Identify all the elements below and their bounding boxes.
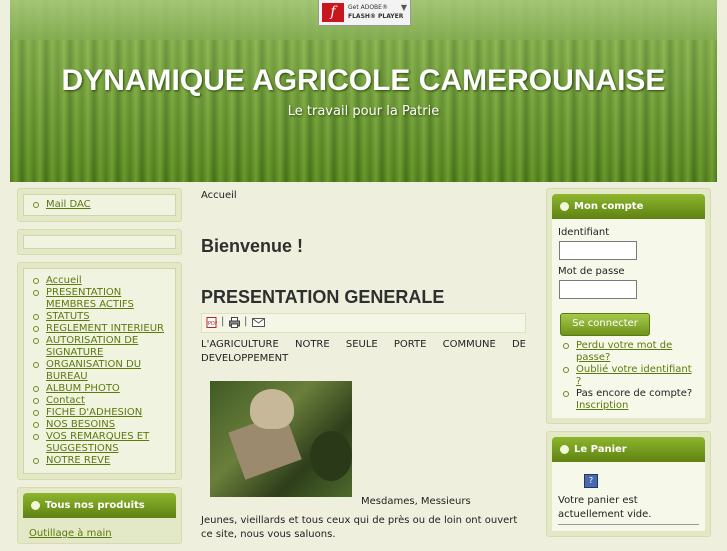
username-label: Identifiant (558, 227, 610, 238)
account-box: Mon compte Identifiant Mot de passe Se c… (546, 188, 711, 424)
menu-link[interactable]: VOS REMARQUES ET SUGGESTIONS (46, 431, 149, 454)
bullet-icon (560, 445, 569, 454)
menu-item-statuts[interactable]: STATUTS (28, 311, 171, 323)
menu-item-fiche[interactable]: FICHE D'ADHESION (28, 407, 171, 419)
article-title: PRESENTATION GENERALE (201, 287, 445, 307)
menu-item-reglement[interactable]: REGLEMENT INTERIEUR (28, 323, 171, 335)
email-icon[interactable] (252, 317, 265, 328)
site-slogan: Le travail pour la Patrie (287, 104, 440, 119)
products-header: Tous nos produits (23, 493, 176, 518)
login-button[interactable]: Se connecter (560, 313, 650, 336)
cart-status-text: Votre panier est actuellement vide. (558, 494, 699, 525)
menu-link[interactable]: NOTRE REVE (46, 455, 110, 466)
flash-badge-line1: Get ADOBE® (348, 4, 388, 11)
forgot-password-item[interactable]: Perdu votre mot de passe? (558, 340, 699, 364)
cart-title: Le Panier (574, 444, 627, 455)
menu-item-accueil[interactable]: Accueil (28, 275, 171, 287)
welcome-paragraph: Jeunes, vieillards et tous ceux qui de p… (201, 515, 518, 540)
menu-link[interactable]: PRESENTATION MEMBRES ACTIFS (46, 287, 134, 310)
download-arrow-icon: ▼ (400, 3, 407, 12)
right-sidebar: Mon compte Identifiant Mot de passe Se c… (546, 188, 711, 544)
bullet-icon (31, 501, 40, 510)
menu-item-reve[interactable]: NOTRE REVE (28, 455, 171, 467)
breadcrumb: Accueil (201, 190, 237, 201)
products-box: Tous nos produits Outillage à main (17, 487, 182, 544)
menu-link[interactable]: STATUTS (46, 311, 90, 322)
menu-item-contact[interactable]: Contact (28, 395, 171, 407)
cart-help-icon[interactable]: ? (584, 474, 598, 488)
products-title: Tous nos produits (45, 500, 145, 511)
menu-item-besoins[interactable]: NOS BESOINS (28, 419, 171, 431)
register-link[interactable]: Inscription (576, 400, 628, 411)
bullet-icon (560, 202, 569, 211)
get-flash-player-badge[interactable]: f Get ADOBE® FLASH® PLAYER ▼ (318, 0, 411, 26)
site-title: DYNAMIQUE AGRICOLE CAMEROUNAISE (61, 64, 666, 97)
toolbar-separator: | (244, 316, 248, 327)
mail-box: Mail DAC (17, 188, 182, 222)
print-icon[interactable] (229, 317, 240, 328)
menu-item-remarques[interactable]: VOS REMARQUES ET SUGGESTIONS (28, 431, 171, 455)
menu-link[interactable]: Mail DAC (46, 199, 91, 210)
forgot-username-item[interactable]: Oublié votre identifiant ? (558, 364, 699, 388)
left-sidebar: Mail DAC Accueil PRESENTATION MEMBRES AC… (17, 188, 182, 551)
main-menu: Accueil PRESENTATION MEMBRES ACTIFS STAT… (28, 275, 171, 467)
forgot-username-link[interactable]: Oublié votre identifiant ? (576, 364, 692, 387)
menu-link[interactable]: AUTORISATION DE SIGNATURE (46, 335, 138, 358)
menu-item-autorisation[interactable]: AUTORISATION DE SIGNATURE (28, 335, 171, 359)
cart-box: Le Panier ? Votre panier est actuellemen… (546, 431, 711, 537)
menu-item-album[interactable]: ALBUM PHOTO (28, 383, 171, 395)
main-content: Accueil Bienvenue ! PRESENTATION GENERAL… (201, 190, 526, 540)
password-input[interactable] (559, 280, 637, 299)
menu-link[interactable]: NOS BESOINS (46, 419, 115, 430)
menu-link[interactable]: Contact (46, 395, 85, 406)
svg-text:PDF: PDF (208, 321, 217, 327)
menu-item-presentation[interactable]: PRESENTATION MEMBRES ACTIFS (28, 287, 171, 311)
forgot-password-link[interactable]: Perdu votre mot de passe? (576, 340, 672, 363)
welcome-heading: Bienvenue ! (201, 236, 304, 256)
products-link-outillage[interactable]: Outillage à main (29, 528, 112, 539)
menu-item-mail-dac[interactable]: Mail DAC (28, 199, 171, 211)
empty-box (17, 229, 182, 255)
flash-badge-line2: FLASH® PLAYER (348, 13, 404, 20)
menu-link[interactable]: FICHE D'ADHESION (46, 407, 142, 418)
intro-line-2: DEVELOPPEMENT (201, 353, 289, 364)
account-title: Mon compte (574, 201, 644, 212)
menu-link[interactable]: Accueil (46, 275, 82, 286)
menu-item-organisation[interactable]: ORGANISATION DU BUREAU (28, 359, 171, 383)
menu-link[interactable]: ORGANISATION DU BUREAU (46, 359, 141, 382)
intro-line: L'AGRICULTURE NOTRE SEULE PORTE COMMUNE … (201, 339, 526, 350)
password-label: Mot de passe (558, 266, 625, 277)
article-toolbar: PDF | | (201, 313, 526, 333)
greeting-text: Mesdames, Messieurs (361, 496, 471, 507)
farmer-photo (210, 381, 352, 497)
toolbar-separator: | (221, 316, 225, 327)
flash-logo-icon: f (322, 3, 344, 22)
menu-link[interactable]: REGLEMENT INTERIEUR (46, 323, 164, 334)
no-account-text: Pas encore de compte? (576, 388, 693, 399)
main-menu-box: Accueil PRESENTATION MEMBRES ACTIFS STAT… (17, 262, 182, 480)
pdf-icon[interactable]: PDF (206, 317, 217, 328)
menu-link[interactable]: ALBUM PHOTO (46, 383, 120, 394)
register-item: Pas encore de compte? Inscription (558, 388, 699, 412)
cart-header: Le Panier (552, 437, 705, 462)
account-header: Mon compte (552, 194, 705, 219)
username-input[interactable] (559, 241, 637, 260)
